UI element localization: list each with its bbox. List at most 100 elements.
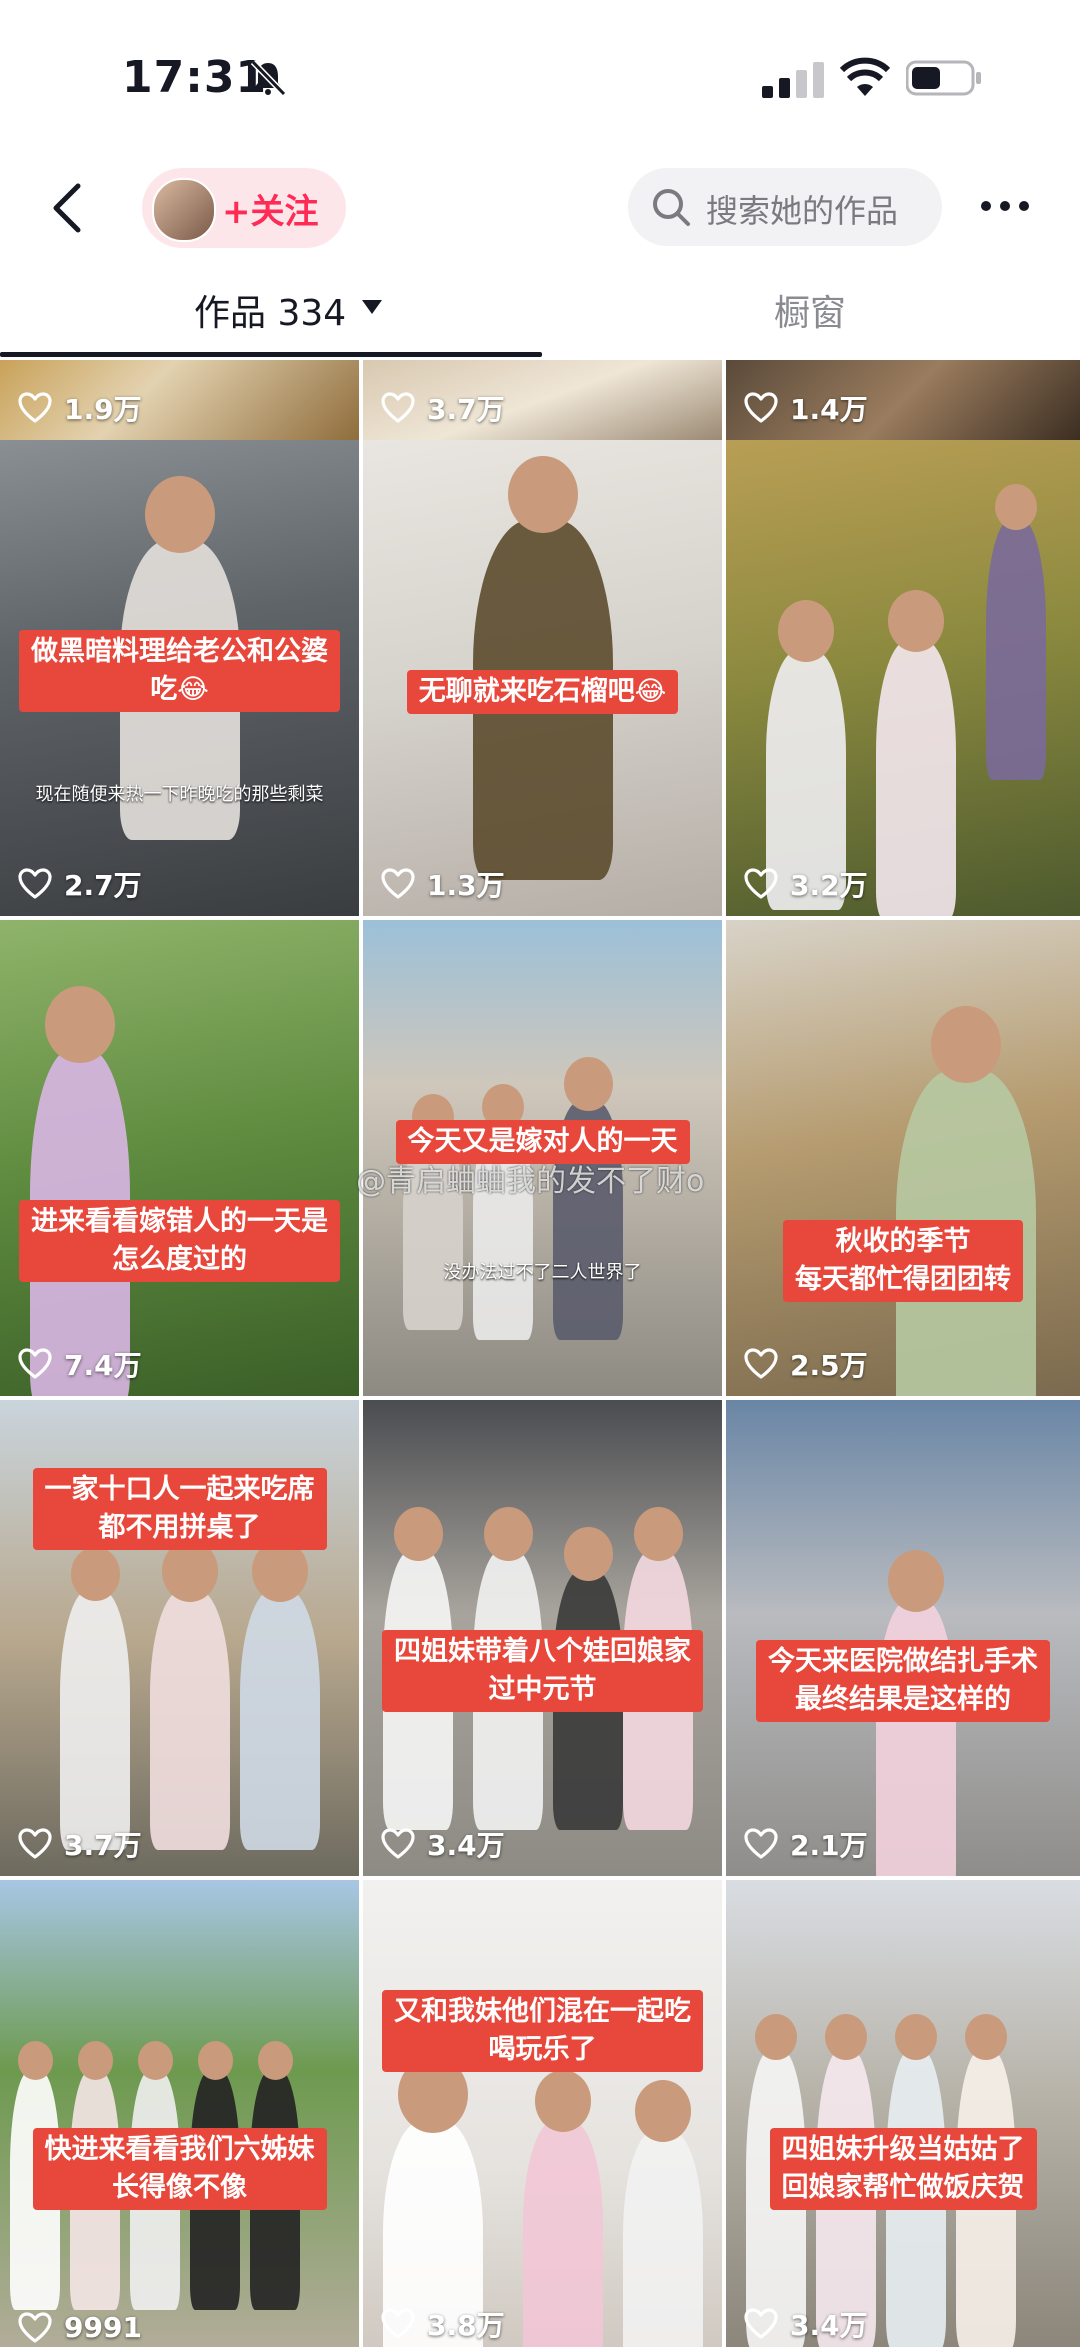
follow-button[interactable]: +关注 [142, 168, 346, 248]
video-thumbnail[interactable]: 1.4万 [726, 360, 1080, 440]
video-thumbnail[interactable]: 秋收的季节 每天都忙得团团转 2.5万 [726, 920, 1080, 1396]
thumbnail-face [825, 2014, 867, 2061]
thumbnail-figure [986, 520, 1046, 780]
video-thumbnail[interactable]: 四姐妹带着八个娃回娘家 过中元节 3.4万 [363, 1400, 722, 1876]
thumbnail-face [888, 590, 944, 652]
like-count: 2.7万 [18, 864, 142, 904]
video-caption-text: 一家十口人一起来吃席 都不用拼桌了 [32, 1468, 327, 1550]
cellular-signal-icon [762, 62, 824, 98]
video-thumbnail[interactable]: 做黑暗料理给老公和公婆 吃😂 现在随便来热一下昨晚吃的那些剩菜 2.7万 [0, 440, 359, 916]
video-thumbnail[interactable]: 无聊就来吃石榴吧😂 1.3万 [363, 440, 722, 916]
thumbnail-figure [240, 1590, 320, 1850]
heart-icon [744, 1828, 778, 1859]
thumbnail-face [77, 2041, 113, 2080]
video-caption: 一家十口人一起来吃席 都不用拼桌了 [0, 1468, 359, 1550]
thumbnail-figure [523, 2120, 603, 2347]
search-works-input[interactable]: 搜索她的作品 [628, 168, 942, 246]
video-thumbnail[interactable]: 3.2万 [726, 440, 1080, 916]
like-count-value: 3.7万 [64, 1829, 142, 1862]
like-count: 3.7万 [381, 388, 505, 428]
like-count-value: 3.2万 [790, 869, 868, 902]
video-subtitle: 没办法过不了二人世界了 [443, 1262, 642, 1283]
like-count: 1.3万 [381, 864, 505, 904]
like-count-value: 2.1万 [790, 1829, 868, 1862]
like-count-value: 3.7万 [427, 393, 505, 426]
video-thumbnail[interactable]: 3.7万 [363, 360, 722, 440]
video-thumbnail[interactable]: 一家十口人一起来吃席 都不用拼桌了 3.7万 [0, 1400, 359, 1876]
video-caption-text: 秋收的季节 每天都忙得团团转 [783, 1220, 1023, 1302]
like-count-value: 1.3万 [427, 869, 505, 902]
thumbnail-figure [60, 1590, 130, 1850]
like-count: 2.5万 [744, 1344, 868, 1384]
video-caption: 又和我妹他们混在一起吃 喝玩乐了 [363, 1990, 722, 2072]
thumbnail-face [563, 1057, 613, 1111]
video-thumbnail[interactable]: 今天来医院做结扎手术 最终结果是这样的 2.1万 [726, 1400, 1080, 1876]
thumbnail-face [778, 600, 834, 662]
like-count: 3.4万 [744, 2304, 868, 2344]
thumbnail-face [931, 1006, 1001, 1083]
video-caption: 快进来看看我们六姊妹 长得像不像 [0, 2128, 359, 2210]
video-grid: 1.9万 3.7万 1.4万做黑暗料理给老公和公婆 吃😂 现在随便来热一下昨晚吃的那些… [0, 360, 1080, 2347]
video-thumbnail[interactable]: 进来看看嫁错人的一天是 怎么度过的 7.4万 [0, 920, 359, 1396]
like-count-value: 3.4万 [790, 2309, 868, 2342]
heart-icon [18, 868, 52, 899]
tab-works[interactable]: 作品 334 [194, 284, 346, 336]
thumbnail-face [17, 2041, 53, 2080]
thumbnail-figure [623, 2130, 703, 2347]
heart-icon [744, 2308, 778, 2339]
video-caption-text: 无聊就来吃石榴吧😂 [406, 670, 679, 714]
thumbnail-face [145, 476, 215, 553]
status-time: 17:31 [122, 52, 268, 103]
video-caption-text: 进来看看嫁错人的一天是 怎么度过的 [19, 1200, 340, 1282]
like-count: 3.7万 [18, 1824, 142, 1864]
video-thumbnail[interactable]: 四姐妹升级当姑姑了 回娘家帮忙做饭庆贺 3.4万 [726, 1880, 1080, 2347]
dropdown-caret-icon[interactable] [362, 300, 382, 314]
thumbnail-face [895, 2014, 937, 2061]
thumbnail-face [70, 1547, 120, 1601]
search-placeholder: 搜索她的作品 [706, 192, 899, 230]
thumbnail-face [257, 2041, 293, 2080]
back-arrow-icon[interactable] [46, 180, 90, 236]
thumbnail-figure [876, 640, 956, 916]
heart-icon [18, 1348, 52, 1379]
avatar[interactable] [152, 178, 216, 242]
heart-icon [18, 392, 52, 423]
heart-icon [744, 1348, 778, 1379]
like-count-value: 2.7万 [64, 869, 142, 902]
video-caption: 今天来医院做结扎手术 最终结果是这样的 [726, 1640, 1080, 1722]
thumbnail-face [563, 1527, 613, 1581]
heart-icon [381, 392, 415, 423]
video-thumbnail[interactable]: 1.9万 [0, 360, 359, 440]
video-caption-text: 快进来看看我们六姊妹 长得像不像 [32, 2128, 327, 2210]
video-caption: 做黑暗料理给老公和公婆 吃😂 [0, 630, 359, 712]
video-caption-text: 四姐妹升级当姑姑了 回娘家帮忙做饭庆贺 [769, 2128, 1037, 2210]
heart-icon [744, 868, 778, 899]
like-count-value: 2.5万 [790, 1349, 868, 1382]
like-count: 1.9万 [18, 388, 142, 428]
thumbnail-face [635, 2080, 691, 2142]
thumbnail-face [483, 1507, 533, 1561]
thumbnail-face [755, 2014, 797, 2061]
more-options-icon[interactable] [980, 200, 1030, 212]
thumbnail-face [137, 2041, 173, 2080]
video-thumbnail[interactable]: 又和我妹他们混在一起吃 喝玩乐了 3.8万 [363, 1880, 722, 2347]
like-count-value: 3.4万 [427, 1829, 505, 1862]
like-count: 2.1万 [744, 1824, 868, 1864]
heart-icon [744, 392, 778, 423]
heart-icon [381, 1828, 415, 1859]
video-thumbnail[interactable]: 快进来看看我们六姊妹 长得像不像 9991 [0, 1880, 359, 2347]
battery-icon [906, 60, 981, 96]
like-count: 3.8万 [381, 2304, 505, 2344]
thumbnail-face [535, 2070, 591, 2132]
video-caption-text: 四姐妹带着八个娃回娘家 过中元节 [382, 1630, 703, 1712]
video-caption-text: 做黑暗料理给老公和公婆 吃😂 [19, 630, 340, 712]
heart-icon [18, 1828, 52, 1859]
thumbnail-face [633, 1507, 683, 1561]
active-tab-indicator [0, 352, 542, 357]
like-count-value: 7.4万 [64, 1349, 142, 1382]
tab-shop-window[interactable]: 橱窗 [774, 284, 846, 336]
search-icon [653, 189, 690, 226]
thumbnail-face [393, 1507, 443, 1561]
like-count-value: 1.9万 [64, 393, 142, 426]
like-count: 7.4万 [18, 1344, 142, 1384]
